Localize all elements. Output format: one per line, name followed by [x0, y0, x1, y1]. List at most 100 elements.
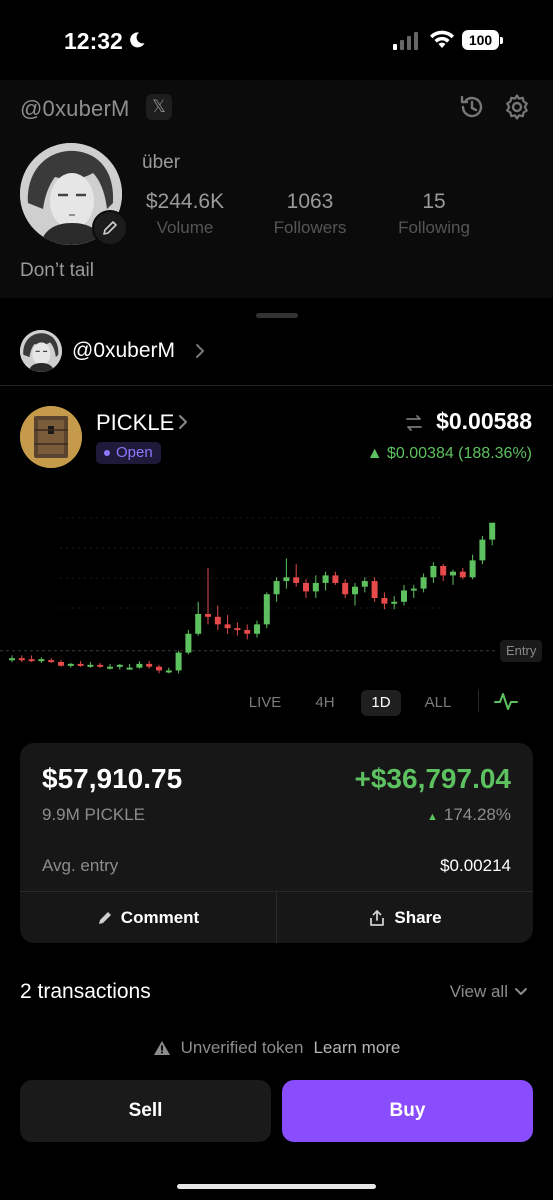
candle — [38, 657, 45, 663]
candle-body — [38, 659, 45, 662]
candle-body — [77, 663, 84, 666]
candle — [165, 667, 172, 674]
stat-followers[interactable]: 1063 Followers — [266, 190, 354, 238]
candle-body — [332, 575, 339, 583]
candle-body — [205, 614, 211, 617]
candle-body — [440, 566, 447, 576]
candle — [67, 662, 74, 668]
candle-body — [322, 575, 329, 583]
candle — [371, 577, 378, 602]
candle — [97, 662, 104, 668]
candle-body — [165, 670, 172, 673]
candle-body — [58, 662, 64, 666]
candle — [381, 592, 388, 610]
candle — [254, 620, 260, 638]
sheet-grabber[interactable] — [256, 313, 298, 318]
buy-button[interactable]: Buy — [282, 1080, 533, 1142]
x-icon[interactable]: 𝕏 — [146, 94, 172, 120]
candle-body — [342, 582, 349, 595]
candle — [18, 655, 25, 662]
stat-value: 1063 — [286, 190, 334, 213]
candle — [156, 664, 162, 674]
candle — [322, 571, 329, 591]
candle-body — [185, 633, 192, 653]
candle-body — [48, 660, 55, 663]
display-name: über — [142, 152, 181, 173]
candle — [136, 661, 143, 669]
profile-handle: @0xuberM — [20, 96, 130, 121]
candle-body — [136, 663, 143, 668]
candle — [332, 571, 339, 585]
candle-body — [479, 539, 486, 561]
token-name[interactable]: PICKLE — [96, 410, 174, 436]
gear-icon[interactable] — [503, 93, 531, 121]
candle-body — [361, 581, 368, 587]
candle-body — [283, 577, 290, 582]
candle — [107, 663, 113, 670]
status-bar: 12:32 100 — [0, 0, 553, 80]
candle — [28, 655, 35, 662]
candle — [420, 573, 427, 593]
time-range-selector: LIVE 4H 1D ALL — [0, 686, 553, 718]
candle — [116, 663, 123, 670]
view-all-button[interactable]: View all — [450, 982, 528, 1002]
comment-button[interactable]: Comment — [20, 892, 276, 943]
candle — [87, 662, 94, 668]
stat-value: $244.6K — [145, 190, 225, 213]
chart-type-icon[interactable] — [494, 690, 518, 712]
home-indicator[interactable] — [177, 1184, 376, 1189]
edit-avatar-button[interactable] — [92, 210, 128, 246]
candle — [263, 592, 270, 629]
owner-row[interactable]: @0xuberM — [0, 324, 553, 386]
sell-button[interactable]: Sell — [20, 1080, 271, 1142]
swap-icon[interactable] — [404, 413, 424, 433]
stat-label: Following — [398, 218, 470, 237]
candle-body — [224, 624, 231, 629]
range-live[interactable]: LIVE — [244, 690, 286, 716]
token-price-change: ▲ $0.00384 (188.36%) — [366, 445, 532, 462]
history-icon[interactable] — [458, 93, 486, 121]
candle — [293, 564, 300, 587]
candle-body — [156, 666, 162, 671]
candle-body — [254, 624, 260, 634]
buy-label: Buy — [389, 1100, 426, 1121]
candle — [469, 554, 476, 580]
candle-body — [263, 594, 270, 625]
candle-body — [87, 664, 94, 667]
range-all[interactable]: ALL — [418, 690, 458, 716]
candle-body — [293, 577, 300, 583]
range-1d[interactable]: 1D — [361, 690, 401, 716]
candle-body — [420, 577, 427, 589]
candle-body — [450, 571, 456, 576]
position-value: $57,910.75 — [42, 763, 183, 794]
chevron-right-icon — [196, 344, 204, 358]
status-dot — [104, 450, 110, 456]
candle-body — [18, 658, 25, 661]
battery-level: 100 — [462, 30, 499, 50]
candle-body — [401, 590, 407, 602]
stat-following[interactable]: 15 Following — [390, 190, 478, 238]
card-actions: Comment Share — [20, 891, 533, 943]
pencil-icon — [103, 221, 117, 235]
range-4h[interactable]: 4H — [306, 690, 344, 716]
candle — [234, 622, 241, 636]
transactions-count: 2 transactions — [20, 980, 151, 1003]
candle — [440, 564, 447, 582]
learn-more-link[interactable]: Learn more — [313, 1038, 400, 1058]
entry-label: Entry — [500, 639, 543, 662]
candle-body — [391, 601, 398, 604]
candle — [401, 584, 407, 606]
cellular-signal-icon — [393, 32, 418, 50]
stat-value: 15 — [422, 190, 446, 213]
stat-label: Followers — [273, 218, 347, 237]
token-image[interactable] — [20, 406, 82, 468]
candle-body — [489, 522, 496, 540]
sell-label: Sell — [128, 1100, 163, 1121]
price-chart[interactable] — [0, 478, 553, 688]
candle-body — [97, 664, 104, 667]
candle — [244, 624, 251, 640]
stat-volume: $244.6K Volume — [142, 190, 228, 238]
moon-icon — [130, 32, 145, 48]
share-button[interactable]: Share — [276, 892, 533, 943]
candle — [185, 630, 192, 655]
